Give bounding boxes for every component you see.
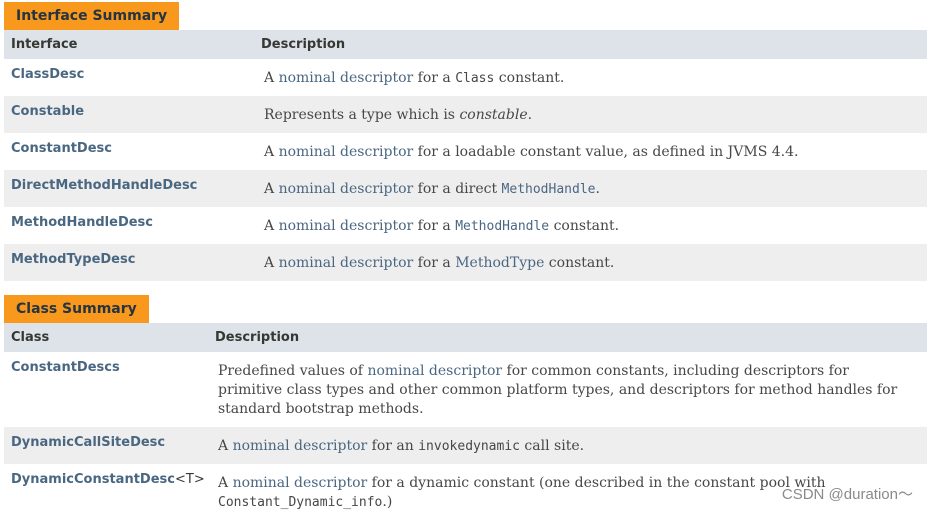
description-text: call site. — [519, 438, 585, 454]
description-text: Represents a type which is — [264, 107, 460, 123]
description-link[interactable]: nominal descriptor — [279, 255, 414, 271]
description-text: A — [264, 218, 279, 234]
description-text: constant. — [549, 218, 620, 234]
description-text: for a direct — [413, 181, 502, 197]
description-text: A — [264, 181, 279, 197]
table-row: MethodTypeDesc A nominal descriptor for a… — [4, 244, 927, 281]
column-header-description: Description — [254, 30, 927, 59]
class-summary-tab: Class Summary — [4, 295, 149, 323]
description-text: . — [595, 181, 600, 197]
type-name-cell: DirectMethodHandleDesc — [4, 170, 254, 207]
table-row: Constable Represents a type which is cons… — [4, 96, 927, 133]
table-row: ConstantDescs Predefined values of nomina… — [4, 352, 927, 427]
type-name-cell: ConstantDesc — [4, 133, 254, 170]
type-name-cell: DynamicCallSiteDesc — [4, 427, 208, 464]
description-text: A — [218, 438, 233, 454]
code-text: Constant_Dynamic_info — [218, 495, 383, 510]
description-text: A — [264, 144, 279, 160]
type-name-cell: Constable — [4, 96, 254, 133]
description-text: A — [264, 70, 279, 86]
watermark: CSDN @duration～ — [781, 486, 913, 503]
description-cell: A nominal descriptor for a MethodType co… — [254, 244, 927, 281]
type-name-link[interactable]: ConstantDesc — [11, 141, 112, 156]
column-header-description: Description — [208, 323, 927, 352]
type-name-link[interactable]: DynamicCallSiteDesc — [11, 435, 165, 450]
description-text: for a dynamic constant (one described in… — [367, 475, 826, 491]
description-text: for a loadable constant value, as define… — [413, 144, 799, 160]
description-cell: Represents a type which is constable. — [254, 96, 927, 133]
code-text: Class — [455, 71, 495, 86]
description-cell: Predefined values of nominal descriptor … — [208, 352, 927, 427]
type-name-link[interactable]: MethodTypeDesc — [11, 252, 135, 267]
description-text: .) — [382, 494, 393, 510]
description-text: constant. — [544, 255, 615, 271]
description-text: for a — [413, 255, 456, 271]
interface-summary-table: Interface Description ClassDesc A nominal… — [4, 30, 927, 281]
type-name-link[interactable]: DirectMethodHandleDesc — [11, 178, 197, 193]
interface-summary: Interface Summary Interface Description … — [4, 2, 927, 281]
description-text: for a — [413, 70, 456, 86]
type-name-link[interactable]: ConstantDescs — [11, 360, 120, 375]
description-link[interactable]: MethodHandle — [455, 219, 549, 234]
description-cell: A nominal descriptor for a direct Method… — [254, 170, 927, 207]
description-link[interactable]: nominal descriptor — [279, 70, 414, 86]
description-cell: A nominal descriptor for an invokedynami… — [208, 427, 927, 464]
table-row: ConstantDesc A nominal descriptor for a l… — [4, 133, 927, 170]
table-row: MethodHandleDesc A nominal descriptor for… — [4, 207, 927, 244]
description-cell: A nominal descriptor for a loadable cons… — [254, 133, 927, 170]
type-parameter: <T> — [174, 472, 205, 487]
description-text: A — [218, 475, 233, 491]
description-text: for a — [413, 218, 456, 234]
description-cell: A nominal descriptor for a MethodHandle … — [254, 207, 927, 244]
description-text: for an — [367, 438, 419, 454]
column-header-interface: Interface — [4, 30, 254, 59]
table-row: ClassDesc A nominal descriptor for a Clas… — [4, 59, 927, 96]
table-header-row: Class Description — [4, 323, 927, 352]
column-header-class: Class — [4, 323, 208, 352]
type-name-cell: ClassDesc — [4, 59, 254, 96]
code-text: invokedynamic — [418, 439, 520, 454]
table-row: DirectMethodHandleDesc A nominal descript… — [4, 170, 927, 207]
description-text: constant. — [494, 70, 565, 86]
description-link[interactable]: nominal descriptor — [279, 181, 414, 197]
description-text: constable — [459, 107, 528, 123]
description-text: . — [527, 107, 533, 123]
type-name-cell: MethodHandleDesc — [4, 207, 254, 244]
type-name-link[interactable]: MethodHandleDesc — [11, 215, 153, 230]
type-name-link[interactable]: DynamicConstantDesc — [11, 472, 175, 487]
description-link[interactable]: MethodHandle — [502, 182, 596, 197]
type-name-cell: ConstantDescs — [4, 352, 208, 427]
description-text: A — [264, 255, 279, 271]
description-cell: A nominal descriptor for a Class constan… — [254, 59, 927, 96]
description-link[interactable]: nominal descriptor — [233, 438, 368, 454]
interface-summary-tab: Interface Summary — [4, 2, 180, 30]
type-name-link[interactable]: ClassDesc — [11, 67, 84, 82]
description-link[interactable]: nominal descriptor — [367, 363, 502, 379]
description-link[interactable]: nominal descriptor — [279, 144, 414, 160]
description-text: Predefined values of — [218, 363, 368, 379]
table-header-row: Interface Description — [4, 30, 927, 59]
description-link[interactable]: MethodType — [455, 255, 544, 271]
description-link[interactable]: nominal descriptor — [279, 218, 414, 234]
type-name-link[interactable]: Constable — [11, 104, 84, 119]
type-name-cell: MethodTypeDesc — [4, 244, 254, 281]
description-link[interactable]: nominal descriptor — [233, 475, 368, 491]
type-name-cell: DynamicConstantDesc<T> — [4, 464, 208, 520]
table-row: DynamicCallSiteDesc A nominal descriptor … — [4, 427, 927, 464]
